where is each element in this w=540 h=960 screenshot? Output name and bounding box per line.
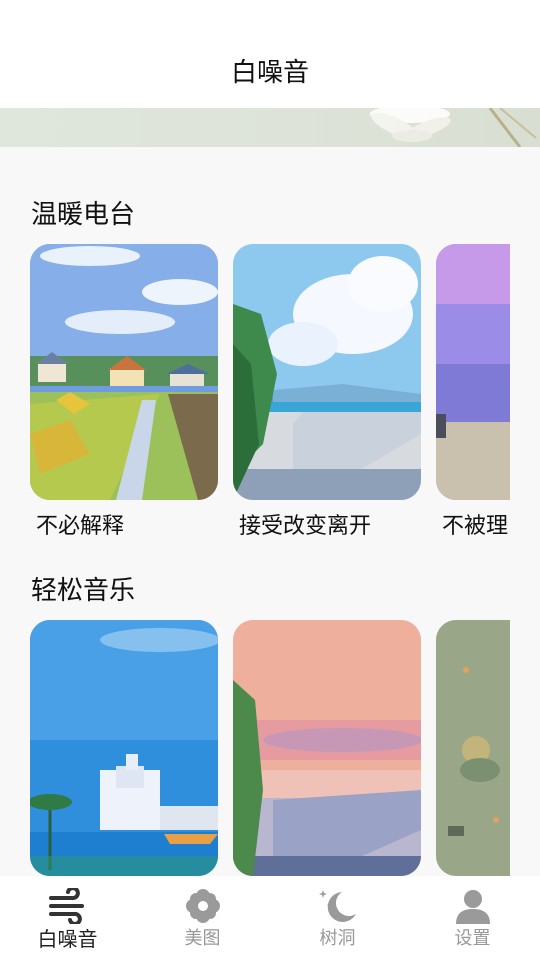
relax-music-row[interactable] (30, 620, 510, 876)
card-thumbnail (233, 244, 421, 500)
tab-label: 白噪音 (37, 927, 98, 951)
radio-card[interactable]: 不被理 (436, 244, 510, 540)
flower-icon (186, 889, 220, 923)
music-card[interactable] (30, 620, 218, 876)
card-thumbnail (436, 620, 510, 876)
tab-gallery[interactable]: 美图 (135, 876, 270, 960)
content-area[interactable]: 温暖电台 不必解释 接受改变离开 不被理 轻松音乐 (0, 147, 540, 876)
card-thumbnail (30, 244, 218, 500)
card-thumbnail (30, 620, 218, 876)
tab-white-noise[interactable]: 白噪音 (0, 876, 135, 960)
section-title-warm-radio: 温暖电台 (31, 200, 136, 230)
card-thumbnail (436, 244, 510, 500)
card-label: 不必解释 (36, 514, 125, 539)
warm-radio-row[interactable]: 不必解释 接受改变离开 不被理 (30, 244, 510, 544)
app-header: 白噪音 (0, 0, 540, 108)
bottom-tab-bar: 白噪音 美图 树洞 设置 (0, 876, 540, 960)
radio-card[interactable]: 不必解释 (30, 244, 218, 540)
daisy-banner-art (370, 108, 537, 147)
radio-card[interactable]: 接受改变离开 (233, 244, 421, 540)
card-label: 不被理 (442, 514, 509, 539)
tab-label: 树洞 (319, 928, 356, 949)
tab-settings[interactable]: 设置 (405, 876, 540, 960)
card-thumbnail (233, 620, 421, 876)
card-label: 接受改变离开 (239, 514, 372, 539)
banner-image[interactable] (0, 108, 540, 147)
wind-icon (49, 888, 84, 924)
tab-tree-hole[interactable]: 树洞 (270, 876, 405, 960)
tab-label: 设置 (454, 928, 491, 949)
tab-label: 美图 (184, 928, 221, 949)
section-title-relax-music: 轻松音乐 (31, 576, 136, 606)
music-card[interactable] (233, 620, 421, 876)
page-title: 白噪音 (230, 58, 309, 88)
moon-stars-icon (319, 890, 356, 922)
music-card[interactable] (436, 620, 510, 876)
user-icon (456, 890, 490, 924)
